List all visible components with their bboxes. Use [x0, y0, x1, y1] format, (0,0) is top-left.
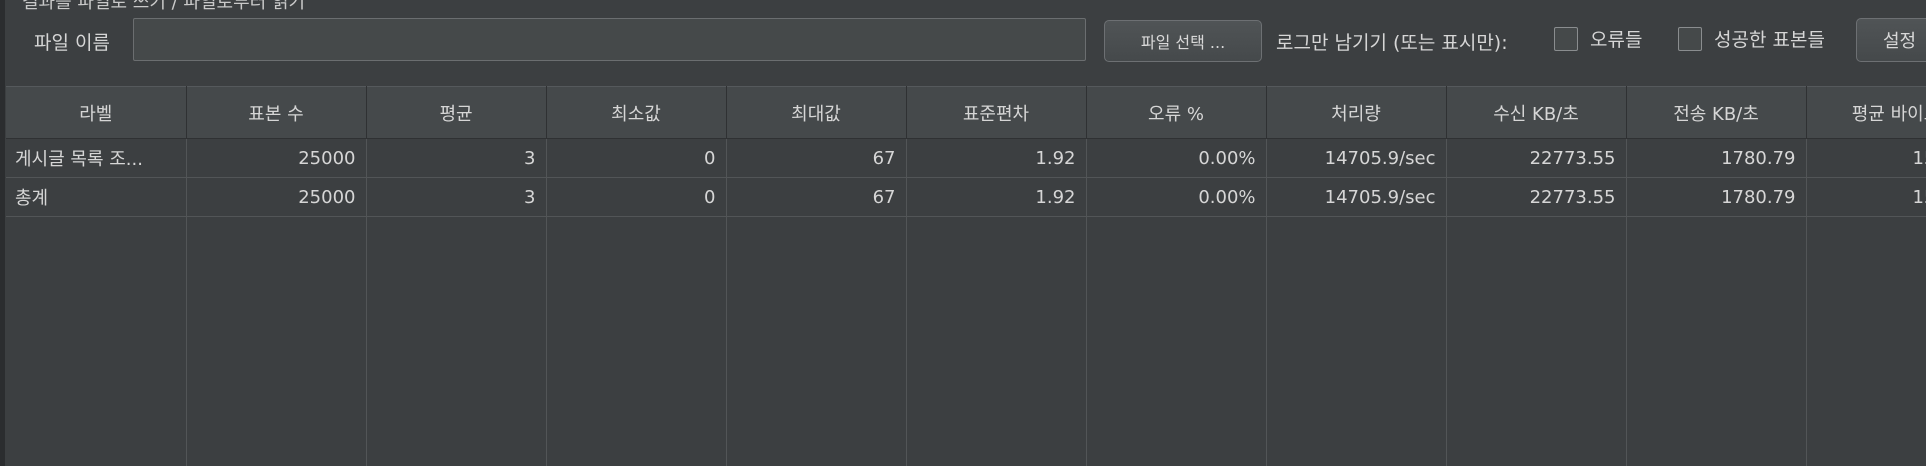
table-cell-received-kb[interactable]: 22773.55 — [1446, 177, 1627, 217]
empty-cell — [546, 216, 727, 466]
column-header-error-percent[interactable]: 오류 % — [1086, 86, 1267, 139]
table-row[interactable]: 총계 25000 3 0 67 1.92 0.00% 14705.9/sec 2… — [6, 177, 1926, 217]
results-table[interactable]: 라벨 표본 수 평균 최소값 최대값 표준편차 오류 % 처리량 수신 KB/초… — [6, 86, 1926, 466]
table-cell-average-bytes[interactable]: 1585.8 — [1806, 177, 1926, 217]
settings-button[interactable]: 설정 — [1856, 18, 1926, 62]
table-cell-average[interactable]: 3 — [366, 177, 547, 217]
errors-checkbox-label: 오류들 — [1590, 29, 1643, 51]
results-table-header: 라벨 표본 수 평균 최소값 최대값 표준편차 오류 % 처리량 수신 KB/초… — [6, 86, 1926, 139]
empty-cell — [1806, 216, 1926, 466]
table-cell-max[interactable]: 67 — [726, 138, 907, 178]
table-cell-min[interactable]: 0 — [546, 177, 727, 217]
empty-cell — [906, 216, 1087, 466]
table-cell-error-percent[interactable]: 0.00% — [1086, 177, 1267, 217]
empty-table-area — [6, 216, 1926, 466]
column-header-max[interactable]: 최대값 — [726, 86, 907, 139]
file-toolbar: 파일 이름 파일 선택 ... 로그만 남기기 (또는 표시만): 오류들 성공… — [0, 0, 1926, 80]
column-header-samples[interactable]: 표본 수 — [186, 86, 367, 139]
errors-checkbox-group[interactable]: 오류들 — [1554, 25, 1642, 52]
table-cell-min[interactable]: 0 — [546, 138, 727, 178]
results-table-body: 게시글 목록 조... 25000 3 0 67 1.92 0.00% 1470… — [6, 138, 1926, 466]
column-header-received-kb[interactable]: 수신 KB/초 — [1446, 86, 1627, 139]
table-cell-std-dev[interactable]: 1.92 — [906, 177, 1087, 217]
table-cell-error-percent[interactable]: 0.00% — [1086, 138, 1267, 178]
empty-cell — [1266, 216, 1447, 466]
table-cell-std-dev[interactable]: 1.92 — [906, 138, 1087, 178]
empty-cell — [366, 216, 547, 466]
successes-checkbox-label: 성공한 표본들 — [1714, 29, 1825, 51]
table-cell-max[interactable]: 67 — [726, 177, 907, 217]
table-row[interactable]: 게시글 목록 조... 25000 3 0 67 1.92 0.00% 1470… — [6, 138, 1926, 178]
successes-checkbox-group[interactable]: 성공한 표본들 — [1678, 25, 1825, 52]
table-cell-throughput[interactable]: 14705.9/sec — [1266, 138, 1447, 178]
file-name-input[interactable] — [133, 18, 1086, 61]
table-cell-sent-kb[interactable]: 1780.79 — [1626, 138, 1807, 178]
table-cell-label[interactable]: 총계 — [6, 177, 187, 217]
errors-checkbox[interactable] — [1554, 26, 1578, 51]
column-header-average-bytes[interactable]: 평균 바이트 — [1806, 86, 1926, 139]
table-cell-samples[interactable]: 25000 — [186, 138, 367, 178]
column-header-sent-kb[interactable]: 전송 KB/초 — [1626, 86, 1807, 139]
table-cell-throughput[interactable]: 14705.9/sec — [1266, 177, 1447, 217]
empty-cell — [1086, 216, 1267, 466]
table-cell-received-kb[interactable]: 22773.55 — [1446, 138, 1627, 178]
file-name-label: 파일 이름 — [34, 32, 110, 54]
empty-cell — [1626, 216, 1807, 466]
empty-cell — [6, 216, 187, 466]
table-cell-average-bytes[interactable]: 1585.8 — [1806, 138, 1926, 178]
table-cell-average[interactable]: 3 — [366, 138, 547, 178]
table-cell-label[interactable]: 게시글 목록 조... — [6, 138, 187, 178]
column-header-std-dev[interactable]: 표준편차 — [906, 86, 1087, 139]
column-header-throughput[interactable]: 처리량 — [1266, 86, 1447, 139]
empty-cell — [726, 216, 907, 466]
browse-file-button[interactable]: 파일 선택 ... — [1104, 20, 1262, 62]
column-header-label[interactable]: 라벨 — [6, 86, 187, 139]
empty-cell — [1446, 216, 1627, 466]
results-table-container[interactable]: 라벨 표본 수 평균 최소값 최대값 표준편차 오류 % 처리량 수신 KB/초… — [6, 86, 1926, 466]
table-cell-sent-kb[interactable]: 1780.79 — [1626, 177, 1807, 217]
column-header-average[interactable]: 평균 — [366, 86, 547, 139]
log-display-label: 로그만 남기기 (또는 표시만): — [1276, 32, 1508, 54]
successes-checkbox[interactable] — [1678, 26, 1702, 51]
table-cell-samples[interactable]: 25000 — [186, 177, 367, 217]
column-header-min[interactable]: 최소값 — [546, 86, 727, 139]
empty-cell — [186, 216, 367, 466]
aggregate-report-panel: 결과를 파일로 쓰기 / 파일로부터 읽기 파일 이름 파일 선택 ... 로그… — [0, 0, 1926, 466]
